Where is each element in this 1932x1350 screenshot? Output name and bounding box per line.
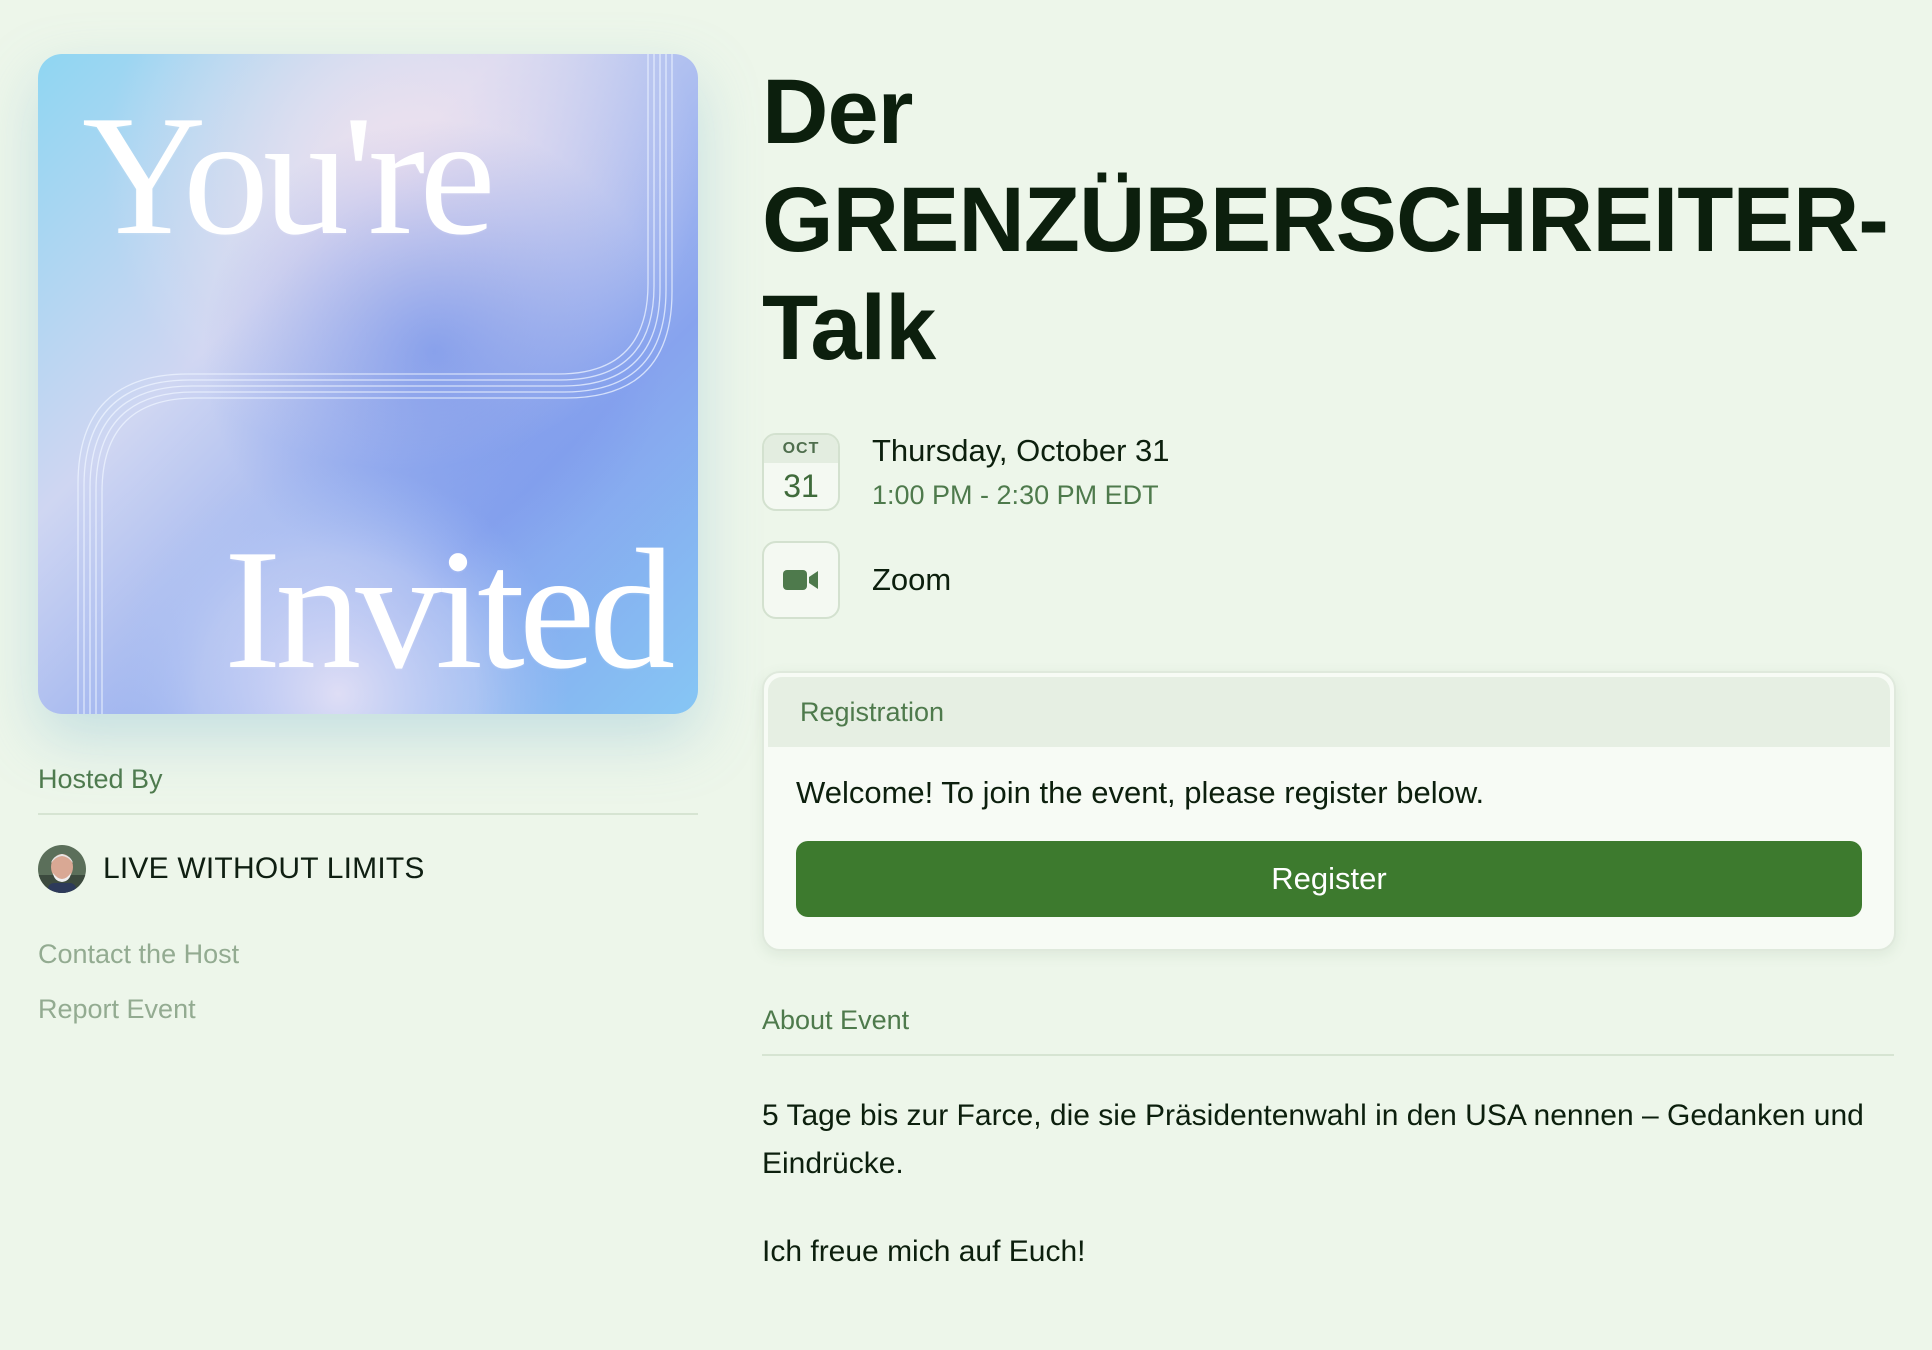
contact-host-link[interactable]: Contact the Host: [38, 939, 698, 970]
registration-body: Welcome! To join the event, please regis…: [764, 751, 1894, 949]
about-paragraph-1: 5 Tage bis zur Farce, die sie Präsidente…: [762, 1099, 1864, 1180]
event-datetime: Thursday, October 31 1:00 PM - 2:30 PM E…: [872, 432, 1170, 511]
calendar-icon: OCT 31: [762, 432, 840, 511]
calendar-day: 31: [783, 467, 819, 504]
hosted-by-label: Hosted By: [38, 764, 698, 815]
register-button[interactable]: Register: [796, 841, 1862, 917]
event-date-row: OCT 31 Thursday, October 31 1:00 PM - 2:…: [762, 432, 1894, 511]
about-paragraph-2: Ich freue mich auf Euch!: [762, 1235, 1086, 1268]
cover-text-invited: Invited: [224, 515, 675, 705]
event-date: Thursday, October 31: [872, 433, 1170, 468]
event-location: Zoom: [872, 562, 952, 597]
about-event-label: About Event: [762, 1005, 1894, 1056]
event-location-row: Zoom: [762, 541, 1894, 619]
event-title: Der GRENZÜBERSCHREITER-Talk: [762, 61, 1889, 379]
video-camera-icon: [762, 541, 840, 619]
registration-header: Registration: [768, 677, 1890, 747]
host-entry[interactable]: LIVE WITHOUT LIMITS: [38, 845, 698, 893]
cover-text-youre: You're: [82, 81, 496, 271]
host-name[interactable]: LIVE WITHOUT LIMITS: [103, 852, 425, 886]
registration-card: Registration Welcome! To join the event,…: [762, 671, 1896, 951]
report-event-link[interactable]: Report Event: [38, 994, 698, 1025]
event-cover-image: You're Invited: [38, 54, 698, 714]
event-time: 1:00 PM - 2:30 PM EDT: [872, 480, 1159, 510]
avatar-image: [38, 845, 86, 893]
host-avatar[interactable]: [38, 845, 86, 893]
calendar-month: OCT: [764, 434, 838, 463]
video-camera-glyph: [783, 570, 818, 590]
left-column: You're Invited Hosted By LIVE WITHOUT LI…: [38, 54, 698, 1025]
registration-message: Welcome! To join the event, please regis…: [796, 775, 1485, 810]
right-column: Der GRENZÜBERSCHREITER-Talk OCT 31 Thurs…: [762, 58, 1896, 1276]
